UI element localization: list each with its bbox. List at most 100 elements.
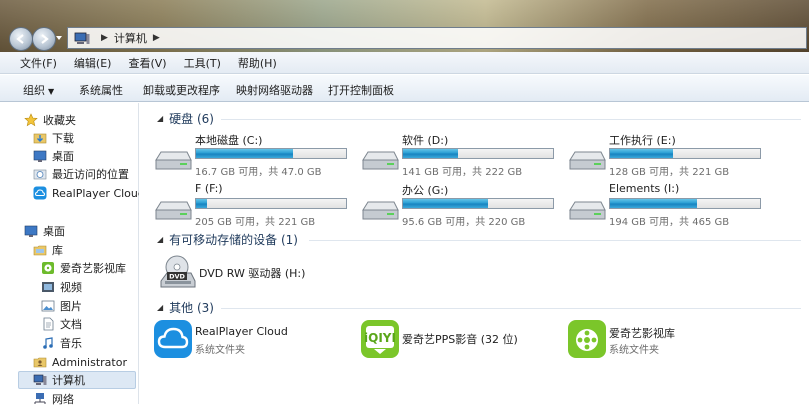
computer-icon <box>74 32 90 44</box>
hard-drive-icon <box>569 151 606 170</box>
drive-usage-fill <box>196 199 207 208</box>
map-network-drive-button[interactable]: 映射网络驱动器 <box>236 82 313 98</box>
nav-documents[interactable]: 文档 <box>41 315 82 333</box>
nav-network[interactable]: 网络 <box>33 390 74 408</box>
nav-administrator[interactable]: Administrator <box>33 353 127 371</box>
drive-free-space: 95.6 GB 可用，共 220 GB <box>402 217 526 228</box>
group-header-hard-drives[interactable]: ◢ 硬盘 (6) <box>157 110 801 127</box>
group-divider <box>309 240 801 241</box>
drive-usage-bar <box>195 148 347 159</box>
downloads-folder-icon <box>33 133 47 144</box>
realplayer-cloud-icon <box>33 186 47 200</box>
drive-e[interactable]: 工作执行 (E:) 128 GB 可用，共 221 GB <box>567 132 767 182</box>
nav-videos[interactable]: 视频 <box>41 278 82 296</box>
group-header-other[interactable]: ◢ 其他 (3) <box>157 299 801 316</box>
breadcrumb-computer[interactable]: 计算机 <box>114 30 147 46</box>
nav-downloads-label: 下载 <box>52 132 74 145</box>
hard-drive-icon <box>362 201 399 220</box>
drive-free-space: 205 GB 可用，共 221 GB <box>195 217 316 228</box>
address-bar[interactable]: ▶ 计算机 ▶ <box>67 27 807 49</box>
nav-recent-places[interactable]: 最近访问的位置 <box>33 165 129 183</box>
nav-libraries[interactable]: 库 <box>33 241 63 259</box>
group-other-label: 其他 (3) <box>169 301 214 315</box>
back-button[interactable] <box>9 27 33 51</box>
navigation-pane: 收藏夹 下载 桌面 最近访问的位置 RealPlayer Cloud 桌面 库 … <box>0 103 145 406</box>
nav-realplayer-cloud[interactable]: RealPlayer Cloud <box>33 184 145 202</box>
menu-help[interactable]: 帮助(H) <box>234 53 281 73</box>
nav-computer[interactable]: 计算机 <box>18 371 136 389</box>
hard-drive-icon <box>569 201 606 220</box>
organize-label: 组织 <box>23 84 45 97</box>
group-header-removable[interactable]: ◢ 有可移动存储的设备 (1) <box>157 231 801 248</box>
computer-icon <box>33 374 47 385</box>
other-iqiyi-library[interactable]: 爱奇艺影视库 系统文件夹 <box>567 319 767 363</box>
nav-desktop[interactable]: 桌面 <box>24 222 65 240</box>
organize-button[interactable]: 组织 ▼ <box>23 82 54 98</box>
drive-free-space: 194 GB 可用，共 465 GB <box>609 217 730 228</box>
nav-downloads[interactable]: 下载 <box>33 129 74 147</box>
nav-music-label: 音乐 <box>60 337 82 350</box>
other-iqiyi-library-label: 爱奇艺影视库 <box>609 327 675 340</box>
svg-text:DVD: DVD <box>169 273 185 281</box>
menu-tools[interactable]: 工具(T) <box>180 53 225 73</box>
nav-libraries-label: 库 <box>52 244 63 257</box>
drive-d[interactable]: 软件 (D:) 141 GB 可用，共 222 GB <box>360 132 560 182</box>
drive-c[interactable]: 本地磁盘 (C:) 16.7 GB 可用，共 47.0 GB <box>153 132 353 182</box>
system-properties-button[interactable]: 系统属性 <box>79 82 123 98</box>
other-iqiyi-library-type: 系统文件夹 <box>609 345 659 356</box>
drive-g[interactable]: 办公 (G:) 95.6 GB 可用，共 220 GB <box>360 182 560 232</box>
drive-f[interactable]: F (F:) 205 GB 可用，共 221 GB <box>153 182 353 232</box>
recent-pages-dropdown[interactable] <box>55 34 63 42</box>
group-divider <box>221 308 801 309</box>
drive-usage-bar <box>195 198 347 209</box>
nav-favorites[interactable]: 收藏夹 <box>24 111 76 129</box>
content-pane: ◢ 硬盘 (6) 本地磁盘 (C:) 16.7 GB 可用，共 47.0 GB 软… <box>139 103 809 404</box>
forward-button[interactable] <box>32 27 56 51</box>
drive-usage-fill <box>403 149 458 158</box>
nav-pictures-label: 图片 <box>60 300 82 313</box>
other-iqiyi-pps-label: 爱奇艺PPS影音 (32 位) <box>402 333 518 346</box>
drive-i[interactable]: Elements (I:) 194 GB 可用，共 465 GB <box>567 182 767 232</box>
menu-file[interactable]: 文件(F) <box>16 53 61 73</box>
drive-free-space: 141 GB 可用，共 222 GB <box>402 167 523 178</box>
drive-name: Elements (I:) <box>609 182 680 195</box>
breadcrumb-separator: ▶ <box>101 33 108 43</box>
nav-iqiyi-library-label: 爱奇艺影视库 <box>60 262 126 275</box>
command-bar: 组织 ▼ 系统属性 卸载或更改程序 映射网络驱动器 打开控制面板 <box>0 75 809 102</box>
document-icon <box>43 317 54 331</box>
iqiyi-film-icon <box>42 262 54 274</box>
drive-usage-fill <box>403 199 488 208</box>
nav-desktop-favorite-label: 桌面 <box>52 150 74 163</box>
chevron-down-icon: ▼ <box>48 87 55 96</box>
iqiyi-film-reel-icon <box>568 320 606 358</box>
uninstall-program-button[interactable]: 卸载或更改程序 <box>143 82 220 98</box>
hard-drive-icon <box>155 201 192 220</box>
dvd-drive-h[interactable]: DVD DVD RW 驱动器 (H:) <box>157 253 357 297</box>
other-realplayer-cloud-type: 系统文件夹 <box>195 345 245 356</box>
dvd-drive-icon: DVD <box>160 255 196 288</box>
nav-desktop-favorite[interactable]: 桌面 <box>33 147 74 165</box>
menu-view[interactable]: 查看(V) <box>124 53 170 73</box>
other-iqiyi-pps[interactable]: iQIYI 爱奇艺PPS影音 (32 位) <box>360 319 560 363</box>
breadcrumb-separator[interactable]: ▶ <box>153 33 160 43</box>
menu-edit[interactable]: 编辑(E) <box>70 53 116 73</box>
nav-favorites-label: 收藏夹 <box>43 114 76 127</box>
video-icon <box>42 282 54 292</box>
other-realplayer-cloud-label: RealPlayer Cloud <box>195 325 288 338</box>
drive-usage-bar <box>609 148 761 159</box>
nav-pictures[interactable]: 图片 <box>41 297 82 315</box>
nav-music[interactable]: 音乐 <box>41 334 82 352</box>
library-folder-icon <box>33 245 47 256</box>
open-control-panel-button[interactable]: 打开控制面板 <box>328 82 394 98</box>
desktop-icon <box>24 225 38 237</box>
dvd-drive-label: DVD RW 驱动器 (H:) <box>199 267 306 280</box>
hard-drive-icon <box>362 151 399 170</box>
user-folder-icon <box>33 357 47 368</box>
other-realplayer-cloud[interactable]: RealPlayer Cloud 系统文件夹 <box>153 319 353 363</box>
drive-usage-bar <box>609 198 761 209</box>
nav-iqiyi-library[interactable]: 爱奇艺影视库 <box>41 259 126 277</box>
nav-network-label: 网络 <box>52 393 74 406</box>
star-icon <box>24 113 38 127</box>
collapse-triangle-icon: ◢ <box>157 235 164 244</box>
drive-free-space: 16.7 GB 可用，共 47.0 GB <box>195 167 322 178</box>
